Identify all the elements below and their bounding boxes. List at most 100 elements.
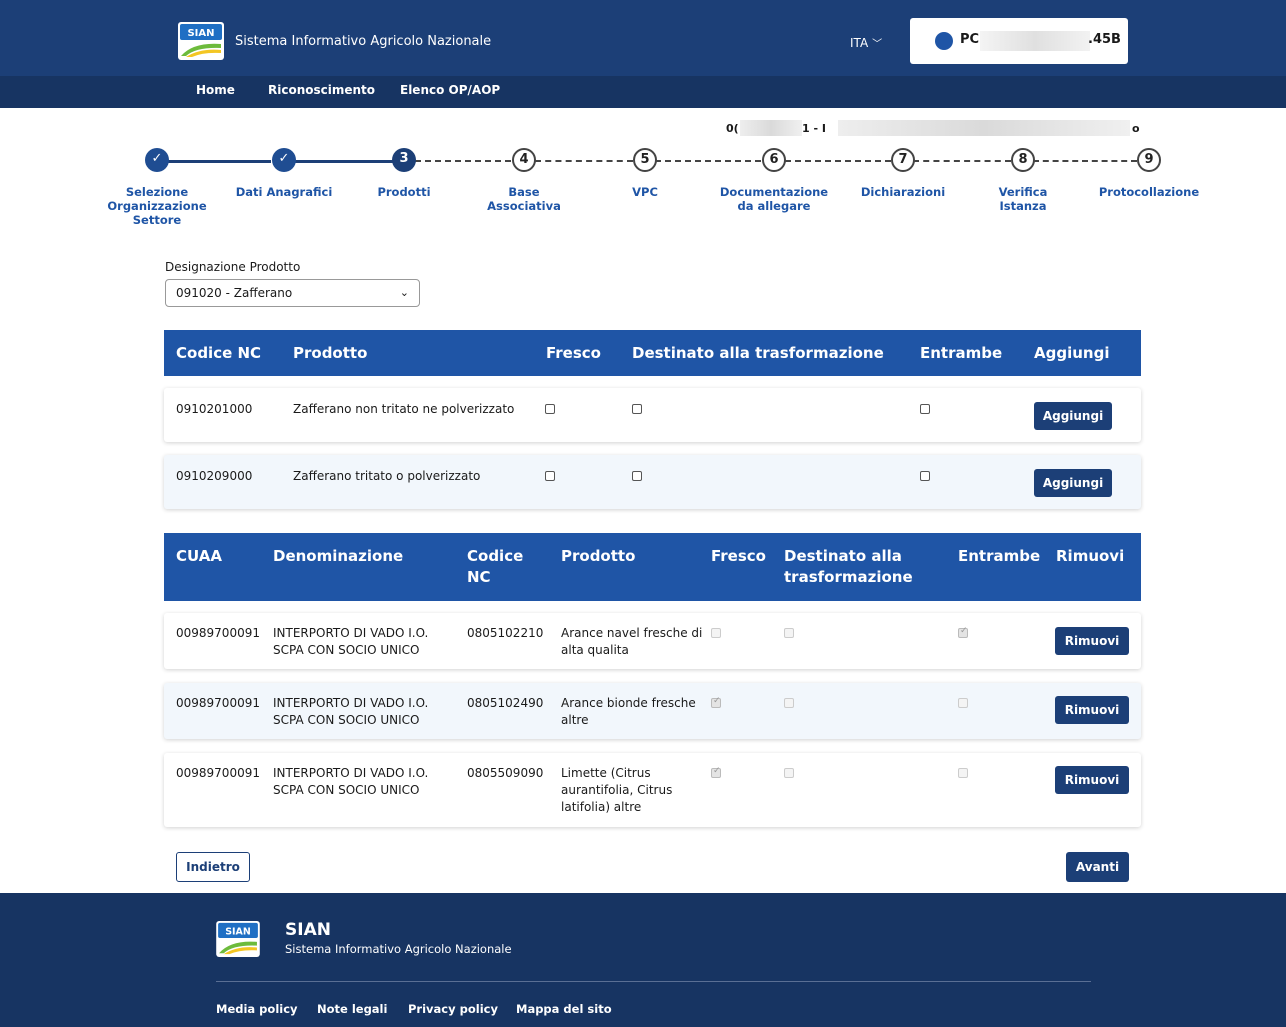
col-codice-nc-line1: Codice	[467, 547, 524, 565]
step-3-label[interactable]: Prodotti	[354, 185, 454, 199]
cell-cuaa: 00989700091	[176, 766, 260, 780]
step-connector	[535, 160, 633, 162]
nav-riconoscimento[interactable]: Riconoscimento	[268, 83, 375, 97]
cell-cuaa: 00989700091	[176, 626, 260, 640]
trasformazione-checkbox	[784, 628, 794, 638]
col-denominazione: Denominazione	[273, 547, 404, 565]
cell-prodotto-line2: aurantifolia, Citrus	[561, 783, 673, 797]
instanza-middle: 1 - I	[802, 122, 826, 135]
col-fresco: Fresco	[546, 344, 601, 362]
cell-prodotto-line2: alta qualita	[561, 643, 629, 657]
step-6-indicator: 6	[762, 148, 786, 172]
step-1-check-icon[interactable]: ✓	[145, 148, 169, 172]
designazione-selected-value: 091020 - Zafferano	[176, 286, 293, 300]
designazione-select[interactable]: 091020 - Zafferano ⌄	[165, 279, 420, 307]
step-7-label: Dichiarazioni	[860, 185, 946, 199]
step-connector	[167, 160, 271, 163]
step-7-indicator: 7	[891, 148, 915, 172]
footer-divider	[216, 981, 1091, 982]
fresco-checkbox	[711, 766, 721, 778]
instanza-suffix: o	[1132, 122, 1140, 135]
language-label: ITA	[850, 36, 869, 50]
step-connector	[1033, 160, 1137, 162]
step-connector	[655, 160, 761, 162]
rimuovi-button[interactable]: Rimuovi	[1055, 696, 1129, 724]
cell-prodotto-line1: Arance navel fresche di	[561, 626, 703, 640]
step-connector	[785, 160, 891, 162]
cell-denominazione-line1: INTERPORTO DI VADO I.O.	[273, 626, 429, 640]
footer-link-media-policy[interactable]: Media policy	[216, 1002, 298, 1016]
table-row: 00989700091 INTERPORTO DI VADO I.O. SCPA…	[164, 753, 1141, 827]
site-footer: SIAN SIAN Sistema Informativo Agricolo N…	[0, 893, 1286, 1027]
col-entrambe: Entrambe	[920, 344, 1003, 362]
cell-denominazione-line1: INTERPORTO DI VADO I.O.	[273, 766, 429, 780]
instanza-prefix: 0(	[726, 122, 739, 135]
step-4-indicator: 4	[512, 148, 536, 172]
chevron-down-icon: ⌄	[399, 286, 409, 299]
nav-home[interactable]: Home	[196, 83, 235, 97]
trasformazione-checkbox[interactable]	[632, 471, 642, 481]
rimuovi-button[interactable]: Rimuovi	[1055, 627, 1129, 655]
footer-link-privacy-policy[interactable]: Privacy policy	[408, 1002, 498, 1016]
fresco-checkbox[interactable]	[545, 404, 555, 414]
col-aggiungi: Aggiungi	[1034, 344, 1110, 362]
col-trasformazione-line2: trasformazione	[784, 568, 913, 586]
cell-cuaa: 00989700091	[176, 696, 260, 710]
redacted-user-id	[980, 31, 1090, 51]
avanti-button[interactable]: Avanti	[1066, 852, 1129, 882]
cell-denominazione-line2: SCPA CON SOCIO UNICO	[273, 783, 420, 797]
fresco-checkbox	[711, 628, 721, 638]
wizard-stepper: ✓ ✓ 3 4 5 6 7 8 9 Selezione Organizzazio…	[0, 148, 1286, 238]
user-name-prefix: PC	[960, 32, 980, 47]
cell-prodotto-line3: latifolia) altre	[561, 800, 642, 814]
col-cuaa: CUAA	[176, 547, 222, 565]
main-nav: Home Riconoscimento Elenco OP/AOP	[0, 76, 1286, 108]
nav-elenco-op-aop[interactable]: Elenco OP/AOP	[400, 83, 500, 97]
table-row: 0910209000 Zafferano tritato o polverizz…	[164, 455, 1141, 509]
cell-prodotto-line1: Limette (Citrus	[561, 766, 651, 780]
cell-denominazione-line2: SCPA CON SOCIO UNICO	[273, 713, 420, 727]
step-connector	[415, 160, 511, 162]
products-table-header: Codice NC Prodotto Fresco Destinato alla…	[164, 330, 1141, 376]
entrambe-checkbox[interactable]	[920, 471, 930, 481]
cell-codice: 0910201000	[176, 402, 253, 416]
footer-link-note-legali[interactable]: Note legali	[317, 1002, 387, 1016]
footer-link-mappa-del-sito[interactable]: Mappa del sito	[516, 1002, 612, 1016]
step-2-label[interactable]: Dati Anagrafici	[234, 185, 334, 199]
step-9-indicator: 9	[1137, 148, 1161, 172]
entrambe-checkbox[interactable]	[920, 404, 930, 414]
entrambe-checkbox	[958, 698, 968, 708]
step-connector	[913, 160, 1011, 162]
cell-codice: 0805102490	[467, 696, 544, 710]
table-row: 00989700091 INTERPORTO DI VADO I.O. SCPA…	[164, 613, 1141, 669]
trasformazione-checkbox	[784, 698, 794, 708]
step-8-label: Verifica Istanza	[998, 185, 1048, 213]
step-3-indicator[interactable]: 3	[392, 148, 416, 172]
logo-text: SIAN	[225, 926, 251, 937]
designazione-label: Designazione Prodotto	[165, 260, 301, 274]
indietro-button[interactable]: Indietro	[176, 852, 250, 882]
user-account-box[interactable]: PC .45B	[910, 18, 1128, 64]
step-2-check-icon[interactable]: ✓	[272, 148, 296, 172]
rimuovi-button[interactable]: Rimuovi	[1055, 766, 1129, 794]
cell-codice: 0805509090	[467, 766, 544, 780]
site-title: Sistema Informativo Agricolo Nazionale	[235, 34, 492, 49]
entrambe-checkbox	[958, 626, 968, 638]
redacted-block	[740, 120, 802, 136]
language-selector[interactable]: ITA ﹀	[850, 35, 882, 50]
fresco-checkbox[interactable]	[545, 471, 555, 481]
step-1-label[interactable]: Selezione Organizzazione Settore	[87, 185, 227, 227]
selected-table-header: CUAA Denominazione Codice NC Prodotto Fr…	[164, 533, 1141, 601]
col-prodotto: Prodotto	[561, 547, 636, 565]
sian-logo-icon[interactable]: SIAN	[178, 22, 224, 60]
fresco-checkbox	[711, 696, 721, 708]
trasformazione-checkbox	[784, 768, 794, 778]
trasformazione-checkbox[interactable]	[632, 404, 642, 414]
col-prodotto: Prodotto	[293, 344, 368, 362]
step-connector	[295, 160, 393, 163]
user-name-suffix: .45B	[1088, 32, 1121, 47]
cell-denominazione-line1: INTERPORTO DI VADO I.O.	[273, 696, 429, 710]
aggiungi-button[interactable]: Aggiungi	[1034, 402, 1112, 430]
user-avatar-icon	[935, 32, 953, 50]
aggiungi-button[interactable]: Aggiungi	[1034, 469, 1112, 497]
